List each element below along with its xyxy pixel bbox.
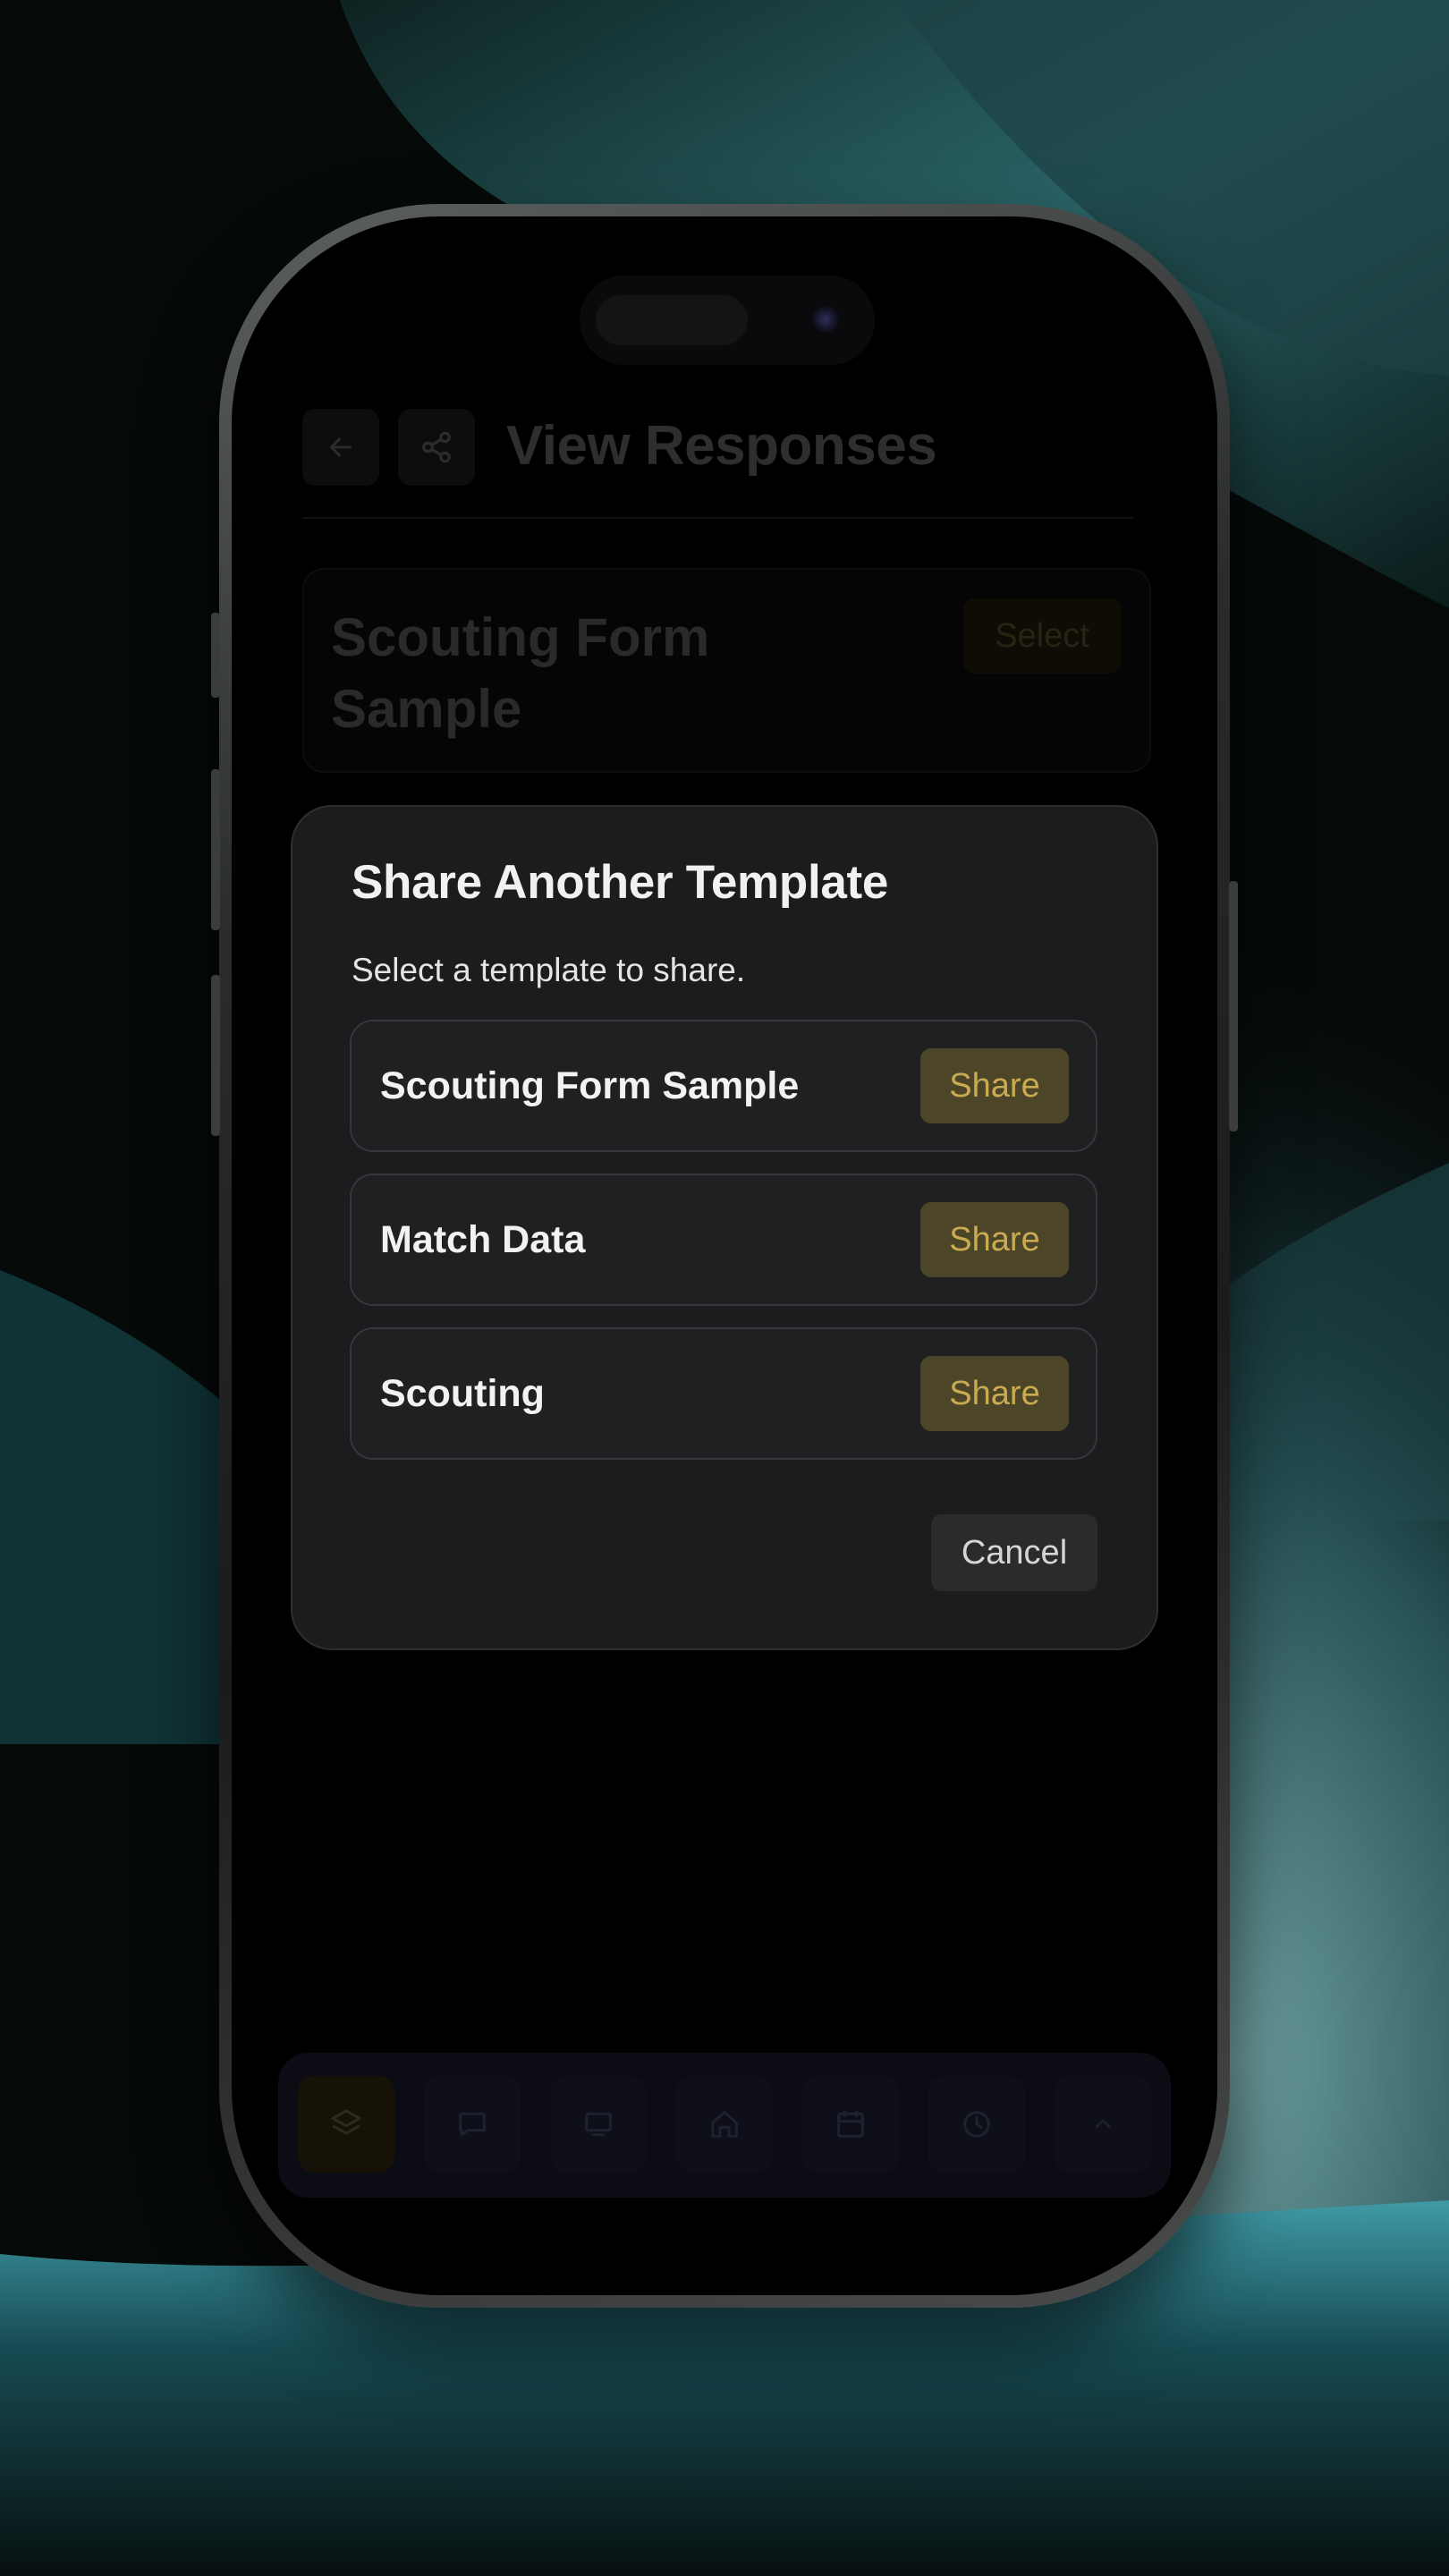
tab-expand[interactable] [1055,2076,1151,2173]
page-title: View Responses [506,415,937,477]
header-divider [302,517,1133,519]
tab-history[interactable] [928,2076,1025,2173]
template-name: Scouting [380,1371,545,1415]
template-item: Scouting Share [350,1327,1097,1460]
share-icon [422,431,451,463]
phone-action-button [211,613,220,698]
back-button[interactable] [302,409,379,486]
phone-power-button [1229,881,1238,1131]
arrow-left-icon [330,437,352,457]
chat-icon [459,2112,486,2137]
tab-home[interactable] [676,2076,773,2173]
camera-icon [812,306,839,333]
share-button[interactable] [398,409,475,486]
monitor-icon [585,2112,612,2137]
template-name: Match Data [380,1217,586,1261]
template-name: Scouting Form Sample [380,1063,800,1107]
calendar-icon [837,2111,864,2138]
dynamic-island [580,275,875,365]
cancel-button[interactable]: Cancel [931,1514,1097,1591]
share-template-button[interactable]: Share [920,1202,1069,1277]
phone-volume-up-button [211,769,220,930]
template-item: Scouting Form Sample Share [350,1020,1097,1152]
tab-layers[interactable] [298,2076,394,2173]
phone-volume-down-button [211,975,220,1136]
tab-monitor[interactable] [550,2076,647,2173]
template-card: Scouting Form Sample Select [302,568,1151,773]
share-template-button[interactable]: Share [920,1048,1069,1123]
tab-calendar[interactable] [802,2076,899,2173]
bottom-tab-bar [278,2053,1171,2198]
home-icon [711,2111,738,2138]
share-template-button[interactable]: Share [920,1356,1069,1431]
template-card-title: Scouting Form Sample [331,607,710,739]
select-button[interactable]: Select [963,598,1121,674]
template-item: Match Data Share [350,1174,1097,1306]
clock-icon [963,2111,990,2138]
chevron-up-icon [1095,2118,1111,2129]
layers-icon [331,2109,361,2135]
tab-chat[interactable] [424,2076,521,2173]
